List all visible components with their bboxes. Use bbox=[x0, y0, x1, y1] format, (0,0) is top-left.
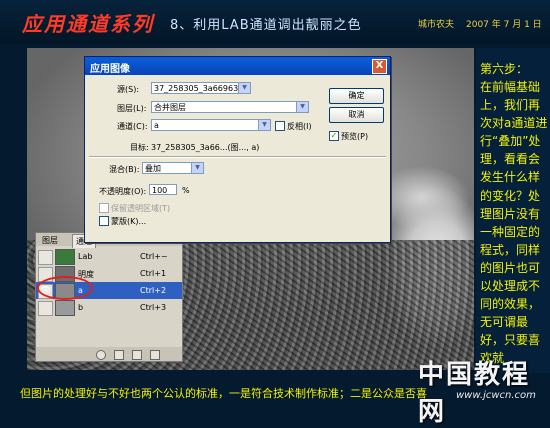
lesson-title: 8、利用LAB通道调出靓丽之色 bbox=[170, 18, 362, 33]
target-value: 37_258305_3a66...(图..., a) bbox=[151, 143, 260, 152]
channel-thumbnail bbox=[55, 249, 75, 265]
layer-label: 图层(L): bbox=[117, 104, 147, 113]
apply-image-dialog: 应用图像 X 源(S): 37_258305_3a6696394... ▼ 图层… bbox=[84, 56, 391, 243]
channel-name: Lab bbox=[78, 252, 93, 261]
preserve-transparency-checkbox[interactable] bbox=[99, 203, 109, 213]
blending-select[interactable]: 叠加 ▼ bbox=[142, 162, 204, 174]
channel-shortcut: Ctrl+2 bbox=[140, 286, 167, 295]
separator bbox=[89, 156, 386, 158]
channel-select[interactable]: a ▼ bbox=[151, 119, 271, 131]
channels-panel-footer bbox=[36, 347, 182, 361]
chevron-down-icon: ▼ bbox=[238, 83, 250, 93]
step-description: 在前幅基础上，我们再次对a通道进行“叠加”处理，看看会发生什么样的变化？处理图片… bbox=[480, 80, 548, 366]
highlight-circle bbox=[37, 276, 93, 300]
step-title: 第六步： bbox=[480, 62, 529, 76]
source-select[interactable]: 37_258305_3a6696394... ▼ bbox=[151, 82, 251, 94]
chevron-down-icon: ▼ bbox=[258, 120, 270, 130]
footer-text: 但图片的处理好与不好也两个公认的标准，一是符合技术制作标准；二是公众是否喜 bbox=[20, 387, 427, 400]
channel-label: 通道(C): bbox=[117, 122, 148, 131]
author-label: 城市农夫 bbox=[418, 20, 455, 30]
layer-select[interactable]: 合并图层 ▼ bbox=[151, 101, 309, 113]
invert-label: 反相(I) bbox=[287, 122, 312, 131]
opacity-unit: % bbox=[182, 186, 190, 195]
header-banner: 应用通道系列 8、利用LAB通道调出靓丽之色 城市农夫 2007 年 7 月 1… bbox=[0, 0, 550, 44]
close-icon[interactable]: X bbox=[372, 59, 387, 74]
save-selection-icon[interactable] bbox=[114, 350, 124, 360]
chevron-down-icon: ▼ bbox=[296, 102, 308, 112]
channel-shortcut: Ctrl+~ bbox=[140, 252, 168, 261]
preview-checkbox[interactable]: ✓ bbox=[329, 131, 339, 141]
ok-button[interactable]: 确定 bbox=[329, 88, 384, 104]
channel-thumbnail bbox=[55, 300, 75, 316]
opacity-label: 不透明度(O): bbox=[99, 187, 147, 196]
channel-shortcut: Ctrl+1 bbox=[140, 269, 167, 278]
layer-value: 合并图层 bbox=[154, 103, 186, 112]
preserve-transparency-label: 保留透明区域(T) bbox=[111, 204, 171, 213]
preview-label: 预览(P) bbox=[341, 132, 369, 141]
channel-shortcut: Ctrl+3 bbox=[140, 303, 167, 312]
visibility-toggle[interactable] bbox=[38, 250, 53, 265]
source-value: 37_258305_3a6696394... bbox=[154, 84, 251, 93]
visibility-toggle[interactable] bbox=[38, 301, 53, 316]
watermark-url: www.jcwcn.com bbox=[456, 390, 536, 401]
blending-value: 叠加 bbox=[145, 164, 161, 173]
delete-channel-icon[interactable] bbox=[150, 350, 160, 360]
opacity-input[interactable]: 100 bbox=[149, 184, 177, 195]
channel-row-lab[interactable]: Lab Ctrl+~ bbox=[36, 248, 182, 265]
mask-label: 蒙版(K)... bbox=[111, 217, 147, 226]
dialog-title: 应用图像 bbox=[90, 64, 130, 75]
invert-checkbox[interactable] bbox=[275, 121, 285, 131]
source-label: 源(S): bbox=[117, 85, 140, 94]
target-label: 目标: bbox=[130, 143, 149, 152]
load-selection-icon[interactable] bbox=[96, 350, 106, 360]
date-label: 2007 年 7 月 1 日 bbox=[466, 20, 542, 30]
series-title: 应用通道系列 bbox=[22, 12, 154, 36]
blending-label: 混合(B): bbox=[109, 165, 140, 174]
mask-checkbox[interactable] bbox=[99, 216, 109, 226]
new-channel-icon[interactable] bbox=[132, 350, 142, 360]
channel-row-b[interactable]: b Ctrl+3 bbox=[36, 299, 182, 316]
channel-value: a bbox=[154, 121, 159, 130]
tab-layers[interactable]: 图层 bbox=[39, 234, 61, 247]
chevron-down-icon: ▼ bbox=[191, 163, 203, 173]
cancel-button[interactable]: 取消 bbox=[329, 107, 384, 123]
dialog-titlebar[interactable]: 应用图像 X bbox=[85, 57, 390, 75]
channel-name: b bbox=[78, 303, 84, 312]
